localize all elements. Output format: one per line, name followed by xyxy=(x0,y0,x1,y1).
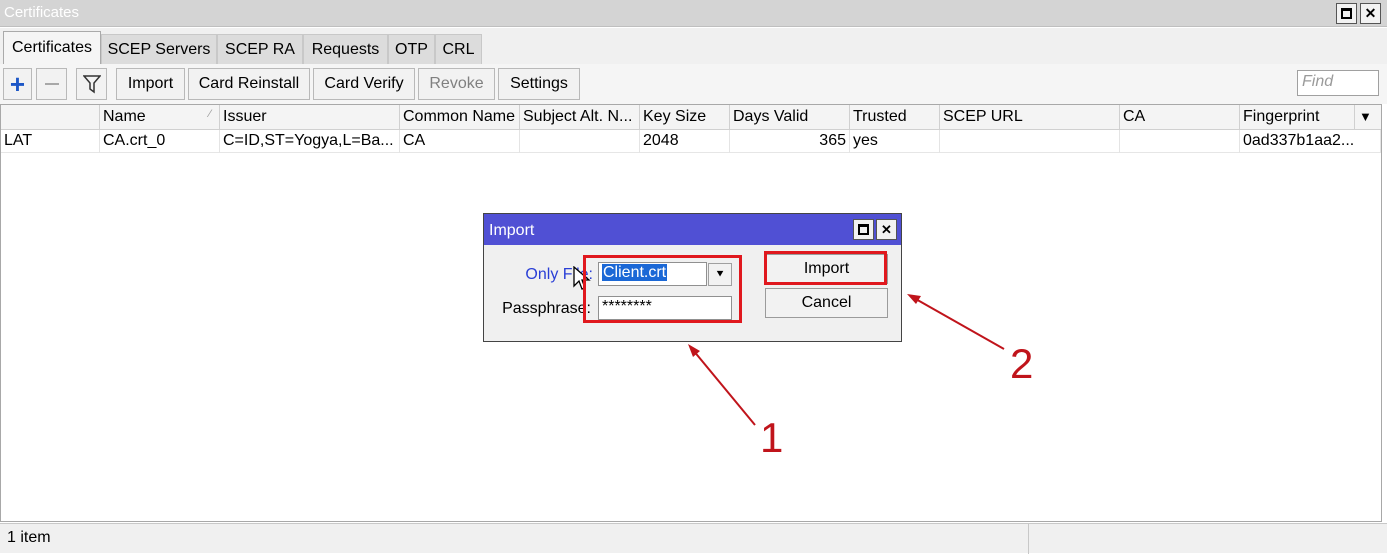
arrow-1 xyxy=(692,349,756,426)
annotation-arrows xyxy=(688,294,1005,426)
annotation-label-2: 2 xyxy=(1010,340,1034,387)
arrow-2 xyxy=(913,297,1005,350)
annotation-label-1: 1 xyxy=(760,414,784,461)
arrow-2-head xyxy=(907,294,921,304)
